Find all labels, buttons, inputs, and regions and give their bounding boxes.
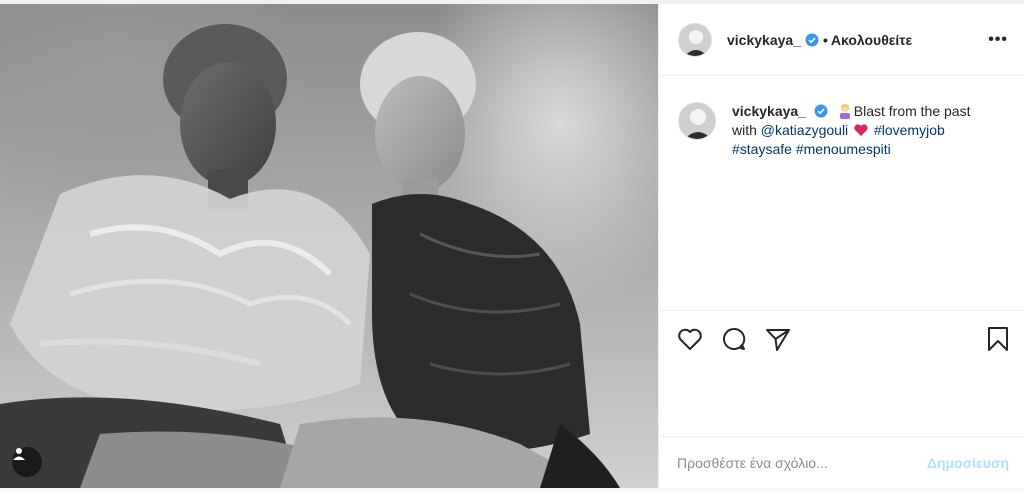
author-meta: vickykaya_ • Ακολουθείτε xyxy=(727,32,912,48)
user-tag-button[interactable] xyxy=(12,447,42,477)
person-icon xyxy=(13,448,25,460)
paper-plane-icon[interactable] xyxy=(764,325,792,353)
hashtag-link[interactable]: #menoumespiti xyxy=(796,141,891,157)
post-comment-button[interactable]: Δημοσίευση xyxy=(927,455,1009,471)
caption-text: vickykaya_ Blast from the past with @kat… xyxy=(732,102,992,159)
heart-icon[interactable] xyxy=(676,325,704,353)
avatar-image xyxy=(679,103,715,139)
post-photo[interactable] xyxy=(0,4,658,488)
author-username[interactable]: vickykaya_ xyxy=(727,32,801,48)
hashtag-link[interactable]: #staysafe xyxy=(732,141,792,157)
bookmark-icon[interactable] xyxy=(984,325,1012,353)
speech-bubble-icon[interactable] xyxy=(720,325,748,353)
avatar-image xyxy=(679,23,711,56)
woman-gesturing-emoji-icon xyxy=(839,104,850,119)
comment-bar: Δημοσίευση xyxy=(659,436,1024,488)
comment-input[interactable] xyxy=(677,454,927,471)
post-caption: vickykaya_ Blast from the past with @kat… xyxy=(678,102,1008,159)
follow-status-button[interactable]: Ακολουθείτε xyxy=(831,32,912,48)
author-avatar[interactable] xyxy=(678,22,712,57)
separator-dot: • xyxy=(822,31,828,48)
bottom-divider xyxy=(0,488,1024,492)
caption-avatar[interactable] xyxy=(678,102,716,140)
post-side-panel: vickykaya_ • Ακολουθείτε ••• vickykaya_ xyxy=(658,4,1024,488)
red-heart-emoji-icon xyxy=(854,124,868,136)
verified-badge-icon xyxy=(805,33,819,46)
verified-badge-icon xyxy=(814,104,828,118)
caption-username[interactable]: vickykaya_ xyxy=(732,103,806,119)
mention-link[interactable]: @katiazygouli xyxy=(761,122,848,138)
hashtag-link[interactable]: #lovemyjob xyxy=(874,122,945,138)
photo-illustration xyxy=(0,24,658,488)
post-header: vickykaya_ • Ακολουθείτε ••• xyxy=(659,4,1024,76)
action-bar xyxy=(659,310,1024,370)
more-options-button[interactable]: ••• xyxy=(988,31,1008,49)
